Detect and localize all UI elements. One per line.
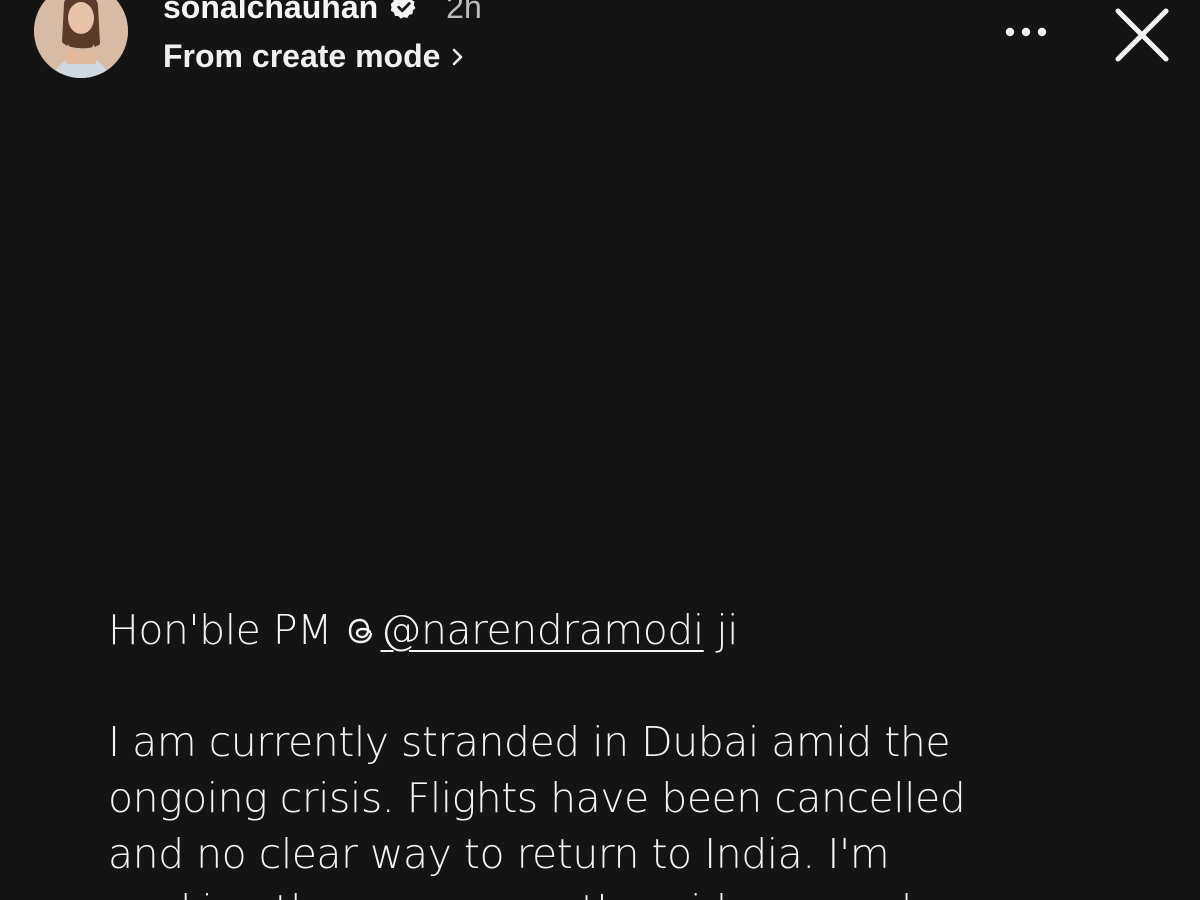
salutation-prefix: Hon'ble PM xyxy=(108,606,345,654)
more-options-icon xyxy=(1005,27,1047,37)
create-mode-label: From create mode xyxy=(163,38,441,74)
message-line-2: ongoing crisis. Flights have been cancel… xyxy=(108,774,966,822)
message-line-4: seeking the government's guidance and xyxy=(108,882,1108,900)
avatar-photo-icon xyxy=(34,0,128,78)
close-button[interactable] xyxy=(1104,0,1180,70)
chevron-right-icon xyxy=(450,45,466,69)
salutation-suffix: ji xyxy=(703,606,739,654)
threads-icon xyxy=(344,606,378,644)
more-options-button[interactable] xyxy=(996,14,1056,50)
avatar[interactable] xyxy=(34,0,128,78)
story-header: sonalchauhan 2h From create mode xyxy=(0,0,1200,110)
verified-badge-icon xyxy=(390,0,418,21)
mention-link[interactable]: @narendramodi xyxy=(344,606,704,654)
story-text: Hon'ble PM @narendramodi ji I am current… xyxy=(108,602,1108,900)
message-line-3: and no clear way to return to India. I'm xyxy=(108,830,890,878)
mention-handle: @narendramodi xyxy=(380,606,704,654)
salutation-line: Hon'ble PM @narendramodi ji xyxy=(108,602,1108,658)
post-timestamp: 2h xyxy=(446,0,482,25)
message-line-1: I am currently stranded in Dubai amid th… xyxy=(108,718,951,766)
create-mode-link[interactable]: From create mode xyxy=(163,38,466,75)
story-viewer: sonalchauhan 2h From create mode Hon'ble… xyxy=(0,0,1200,900)
username[interactable]: sonalchauhan xyxy=(163,0,378,26)
username-row: sonalchauhan 2h xyxy=(163,0,482,32)
close-icon xyxy=(1115,8,1169,62)
